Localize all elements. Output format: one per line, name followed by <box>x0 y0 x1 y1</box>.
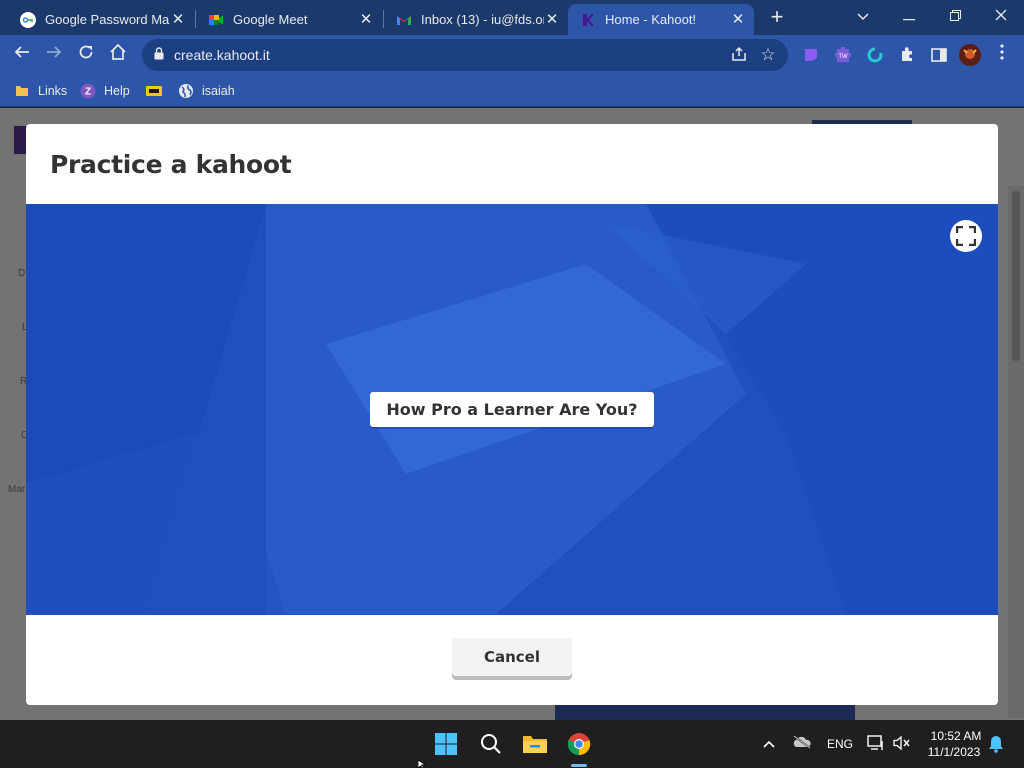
file-explorer-icon[interactable] <box>522 732 547 756</box>
bookmark-isaiah[interactable]: isaiah <box>178 82 235 100</box>
browser-tab-strip: Google Password Man ✕ Google Meet ✕ Inbo… <box>0 0 1024 35</box>
tab-label: Inbox (13) - iu@fds.or <box>421 12 544 27</box>
bookmark-help[interactable]: Z Help <box>80 82 130 100</box>
browser-toolbar: create.kahoot.it ☆ TW <box>0 35 1024 75</box>
password-manager-icon <box>20 11 36 28</box>
svg-text:Z: Z <box>85 87 91 98</box>
page-scrollbar[interactable] <box>1008 186 1024 718</box>
start-icon[interactable] <box>434 732 458 756</box>
scrollbar-thumb[interactable] <box>1012 191 1020 361</box>
lock-icon[interactable] <box>154 47 166 61</box>
close-icon[interactable]: ✕ <box>358 11 374 28</box>
new-tab-button[interactable]: + <box>765 6 789 29</box>
chrome-menu-icon[interactable] <box>990 43 1014 67</box>
close-window-button[interactable] <box>986 4 1016 28</box>
svg-text:TW: TW <box>838 54 848 60</box>
mouse-cursor-icon <box>418 760 427 768</box>
forward-button[interactable] <box>42 43 66 67</box>
background-kahoot-thumbnail <box>555 705 855 720</box>
active-app-indicator <box>571 764 587 767</box>
close-icon[interactable]: ✕ <box>544 11 560 28</box>
notification-bell-icon[interactable] <box>987 735 1005 753</box>
bookmark-app-icon <box>146 83 162 99</box>
kahoot-icon <box>580 12 596 28</box>
network-icon[interactable] <box>867 735 885 753</box>
globe-icon <box>178 83 194 99</box>
bookmark-label: Links <box>38 84 68 98</box>
folder-icon <box>14 83 30 99</box>
tab-label: Google Password Man <box>45 12 170 27</box>
dialog-title: Practice a kahoot <box>50 150 292 179</box>
extensions-puzzle-icon[interactable] <box>898 46 916 64</box>
reload-button[interactable] <box>74 43 98 67</box>
bookmark-label: Help <box>104 84 130 98</box>
windows-taskbar: ENG 10:52 AM 11/1/2023 <box>0 720 1024 768</box>
restore-button[interactable] <box>940 4 970 28</box>
minimize-button[interactable] <box>894 4 924 28</box>
bookmark-links[interactable]: Links <box>14 82 67 100</box>
tab-gmail-inbox[interactable]: Inbox (13) - iu@fds.or ✕ <box>384 4 568 35</box>
google-meet-icon <box>208 12 224 28</box>
cancel-button[interactable]: Cancel <box>452 638 572 680</box>
bookmark-app[interactable] <box>146 82 170 100</box>
home-button[interactable] <box>106 43 130 67</box>
clock-date[interactable]: 11/1/2023 <box>922 745 986 759</box>
extension-cyan-ring-icon[interactable] <box>866 46 884 64</box>
practice-kahoot-dialog: Practice a kahoot How Pro a Learner Are … <box>26 124 998 705</box>
bookmark-label: isaiah <box>202 84 235 98</box>
url-text[interactable]: create.kahoot.it <box>174 47 270 63</box>
address-bar[interactable]: create.kahoot.it ☆ <box>142 39 788 71</box>
tab-label: Home - Kahoot! <box>605 12 697 27</box>
bookmark-star-icon[interactable]: ☆ <box>758 45 778 65</box>
clock-time[interactable]: 10:52 AM <box>926 729 986 743</box>
fullscreen-icon <box>956 226 976 246</box>
tab-password-manager[interactable]: Google Password Man ✕ <box>8 4 194 35</box>
sidebar-fragment: D <box>18 268 26 279</box>
side-panel-icon[interactable] <box>930 46 948 64</box>
kahoot-preview-stage: How Pro a Learner Are You? <box>26 204 998 615</box>
tab-label: Google Meet <box>233 12 308 27</box>
bookmarks-bar: Links Z Help isaiah <box>0 75 1024 107</box>
fullscreen-button[interactable] <box>950 220 982 252</box>
sidebar-fragment: Mar <box>8 484 26 495</box>
tab-search-chevron-icon[interactable] <box>848 4 878 28</box>
tab-google-meet[interactable]: Google Meet ✕ <box>196 4 382 35</box>
help-icon: Z <box>80 83 96 99</box>
onedrive-offline-icon[interactable] <box>791 735 813 753</box>
extension-tw-icon[interactable]: TW <box>834 46 852 64</box>
extension-purple-icon[interactable] <box>802 46 820 64</box>
chrome-icon[interactable] <box>567 732 591 756</box>
volume-muted-icon[interactable] <box>893 735 911 753</box>
close-icon[interactable]: ✕ <box>730 11 746 28</box>
gmail-icon <box>396 12 412 28</box>
search-icon[interactable] <box>479 732 503 756</box>
close-icon[interactable]: ✕ <box>170 11 186 28</box>
language-indicator[interactable]: ENG <box>827 737 853 751</box>
kahoot-quiz-title: How Pro a Learner Are You? <box>370 392 654 427</box>
profile-avatar[interactable] <box>959 44 981 66</box>
tab-kahoot-home[interactable]: Home - Kahoot! ✕ <box>568 4 754 35</box>
share-icon[interactable] <box>730 46 748 64</box>
back-button[interactable] <box>10 43 34 67</box>
show-hidden-icons-chevron-icon[interactable] <box>760 735 778 753</box>
